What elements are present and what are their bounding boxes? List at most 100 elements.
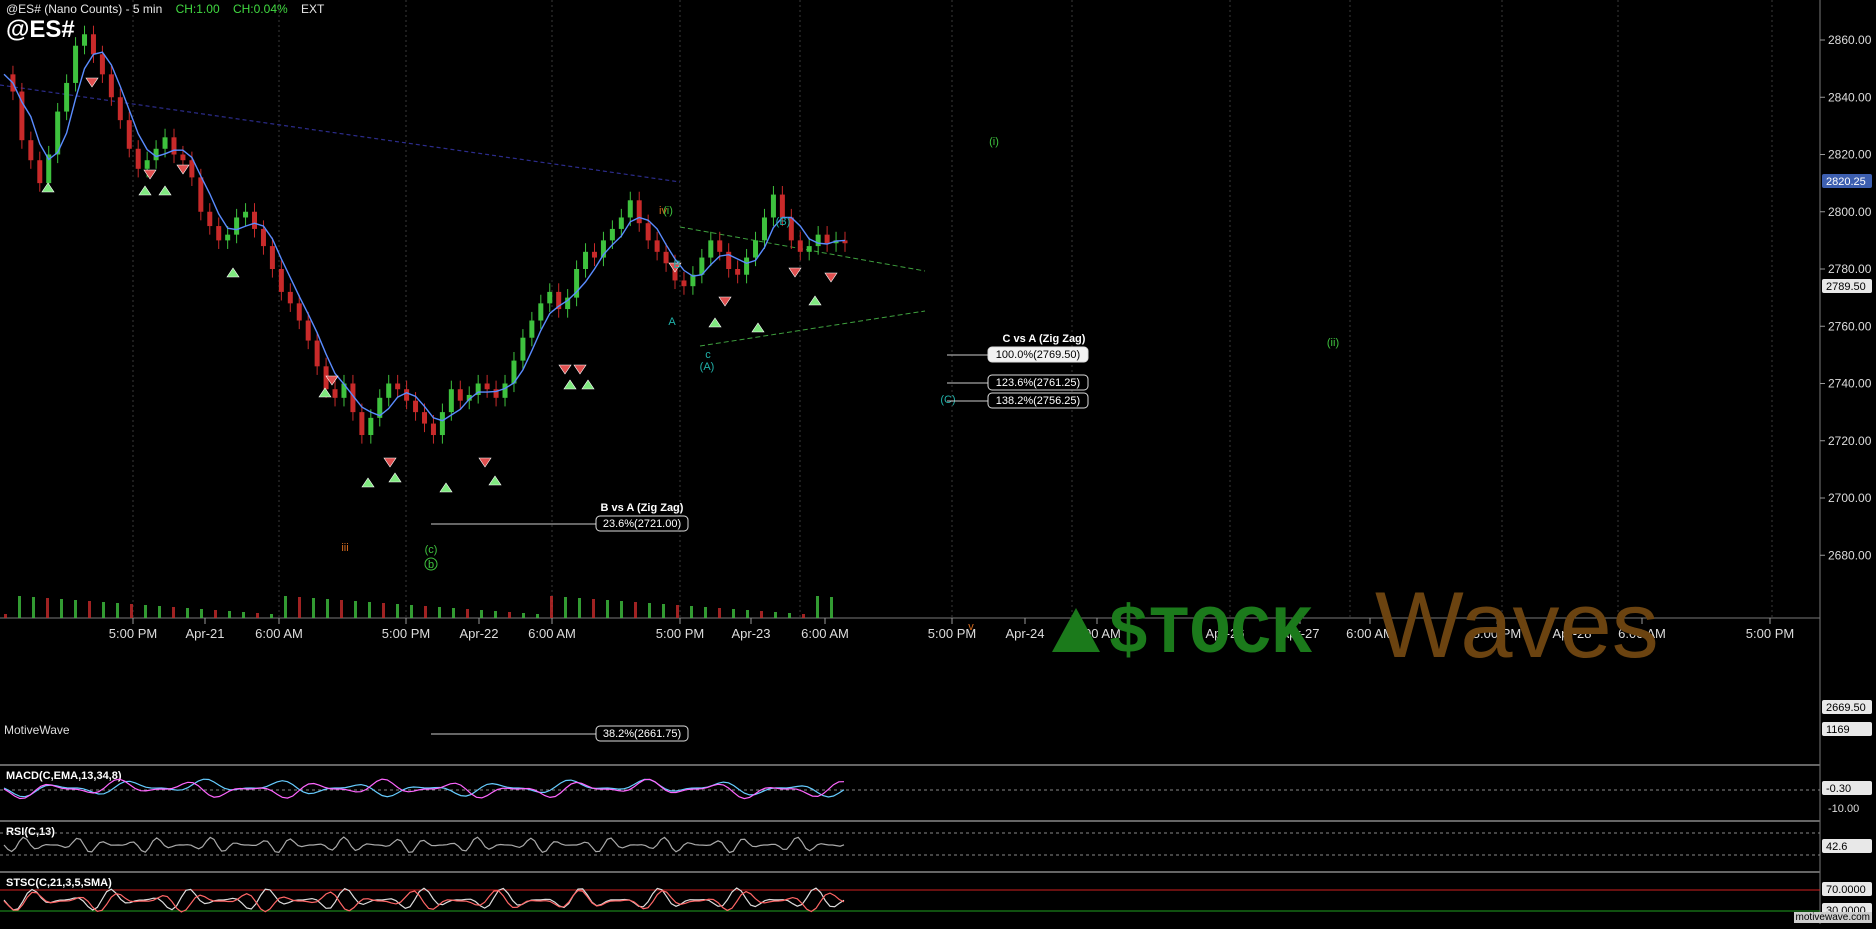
- price-flag: 2820.25: [1822, 174, 1872, 188]
- fib-level-label: 138.2%(2756.25): [996, 395, 1080, 407]
- candle-body: [395, 383, 401, 390]
- chart-stage[interactable]: 2860.00 2840.00 2820.00 2800.00 2780.00 2760.…: [0, 0, 1876, 924]
- volume-bar: [634, 602, 637, 618]
- volume-bar: [606, 600, 609, 618]
- fib-group-title: B vs A (Zig Zag): [601, 502, 684, 514]
- swing-down-arrow: [788, 267, 802, 278]
- candle-body: [162, 137, 168, 149]
- swing-down-arrow: [718, 296, 732, 307]
- candle-body: [207, 211, 213, 227]
- candle-body: [618, 217, 624, 229]
- price-tick-label: 2760.00: [1828, 319, 1872, 333]
- candle-body: [368, 417, 374, 436]
- stoch-upper-label: 70.0000: [1826, 884, 1866, 896]
- candle-body: [448, 389, 454, 413]
- stoch-pane-title: STSC(C,21,3,5,SMA): [6, 877, 112, 889]
- candle-body: [243, 211, 249, 218]
- candle-body: [135, 148, 141, 169]
- swing-up-arrow: [708, 317, 722, 328]
- volume-bar: [326, 599, 329, 618]
- candle-body: [529, 320, 535, 338]
- volume-bar: [438, 607, 441, 618]
- triangle-lower-line: [699, 310, 926, 347]
- wave-label: v: [968, 621, 974, 633]
- volume-bar: [704, 607, 707, 618]
- volume-bar: [130, 604, 133, 618]
- swing-down-arrow: [85, 77, 99, 88]
- volume-bar: [424, 606, 427, 618]
- volume-bar: [186, 608, 189, 618]
- trend-line: [0, 84, 681, 183]
- swing-down-arrow: [143, 169, 157, 180]
- candle-body: [386, 383, 392, 398]
- candle-body: [413, 400, 419, 413]
- candle-body: [538, 303, 544, 321]
- rsi-value-label: 42.6: [1826, 841, 1847, 853]
- candle-body: [144, 160, 150, 169]
- symbol-title: @ES#: [6, 16, 75, 43]
- stoch-d-line: [3, 889, 845, 913]
- volume-bar: [46, 598, 49, 618]
- price-tick-label: 2780.00: [1828, 262, 1872, 276]
- price-tick-label: 2680.00: [1828, 548, 1872, 562]
- swing-down-arrow: [824, 272, 838, 283]
- volume-bar: [396, 604, 399, 618]
- candle-body: [269, 246, 275, 269]
- candle-body: [457, 389, 463, 401]
- candle-body: [260, 228, 266, 247]
- time-tick-label: 5:00 PM: [1746, 626, 1794, 641]
- volume-bar: [592, 599, 595, 618]
- wave-label: (c): [425, 544, 438, 556]
- price-flag-label: 2820.25: [1826, 176, 1866, 188]
- candle-body: [126, 120, 132, 149]
- candle-body: [484, 383, 490, 390]
- price-chart[interactable]: 2860.00 2840.00 2820.00 2800.00 2780.00 2760.…: [0, 0, 1876, 924]
- volume-bar: [298, 597, 301, 618]
- volume-bar: [466, 609, 469, 618]
- volume-bar: [536, 614, 539, 618]
- swing-up-arrow: [318, 387, 332, 398]
- wave-label: B: [673, 259, 680, 271]
- candle-body: [708, 240, 714, 258]
- candle-body: [806, 246, 812, 252]
- volume-bar: [60, 599, 63, 618]
- volume-bar: [676, 605, 679, 618]
- candle-body: [73, 45, 79, 83]
- volume-bar: [788, 613, 791, 618]
- swing-down-arrow: [558, 364, 572, 375]
- candle-body: [287, 291, 293, 304]
- volume-bar: [578, 598, 581, 618]
- price-flag-label: 1169: [1826, 724, 1850, 736]
- candle-body: [189, 160, 195, 178]
- wave-label: (B): [776, 216, 791, 228]
- time-tick-label: Apr-22: [459, 626, 498, 641]
- time-tick-label: 5:00 PM: [382, 626, 430, 641]
- candle-body: [583, 251, 589, 269]
- macd-pane-title: MACD(C,EMA,13,34,8): [6, 770, 122, 782]
- candle-body: [681, 280, 687, 287]
- candle-body: [332, 389, 338, 398]
- swing-up-arrow: [361, 477, 375, 488]
- wave-label: (A): [700, 361, 715, 373]
- wave-label: iii: [341, 542, 348, 554]
- volume-bar: [410, 605, 413, 618]
- fib-level-label: 123.6%(2761.25): [996, 377, 1080, 389]
- volume-bar: [802, 614, 805, 618]
- candle-body: [744, 257, 750, 275]
- price-flag-label: 2669.50: [1826, 702, 1866, 714]
- price-flag: 2669.50: [1822, 700, 1872, 714]
- macd-line: [3, 778, 845, 800]
- volume-bar: [32, 597, 35, 618]
- candle-body: [117, 97, 123, 121]
- time-tick-label: Apr-21: [185, 626, 224, 641]
- volume-bar: [354, 601, 357, 618]
- volume-bar: [144, 605, 147, 618]
- macd-axis-label: -10.00: [1828, 803, 1859, 815]
- volume-bar: [242, 612, 245, 618]
- time-tick-label: 6:00 AM: [801, 626, 849, 641]
- watermark-suffix: Waves: [1375, 572, 1659, 677]
- volume-bar: [508, 612, 511, 618]
- volume-bar: [816, 596, 819, 618]
- volume-bar: [116, 603, 119, 618]
- volume-bar: [830, 597, 833, 618]
